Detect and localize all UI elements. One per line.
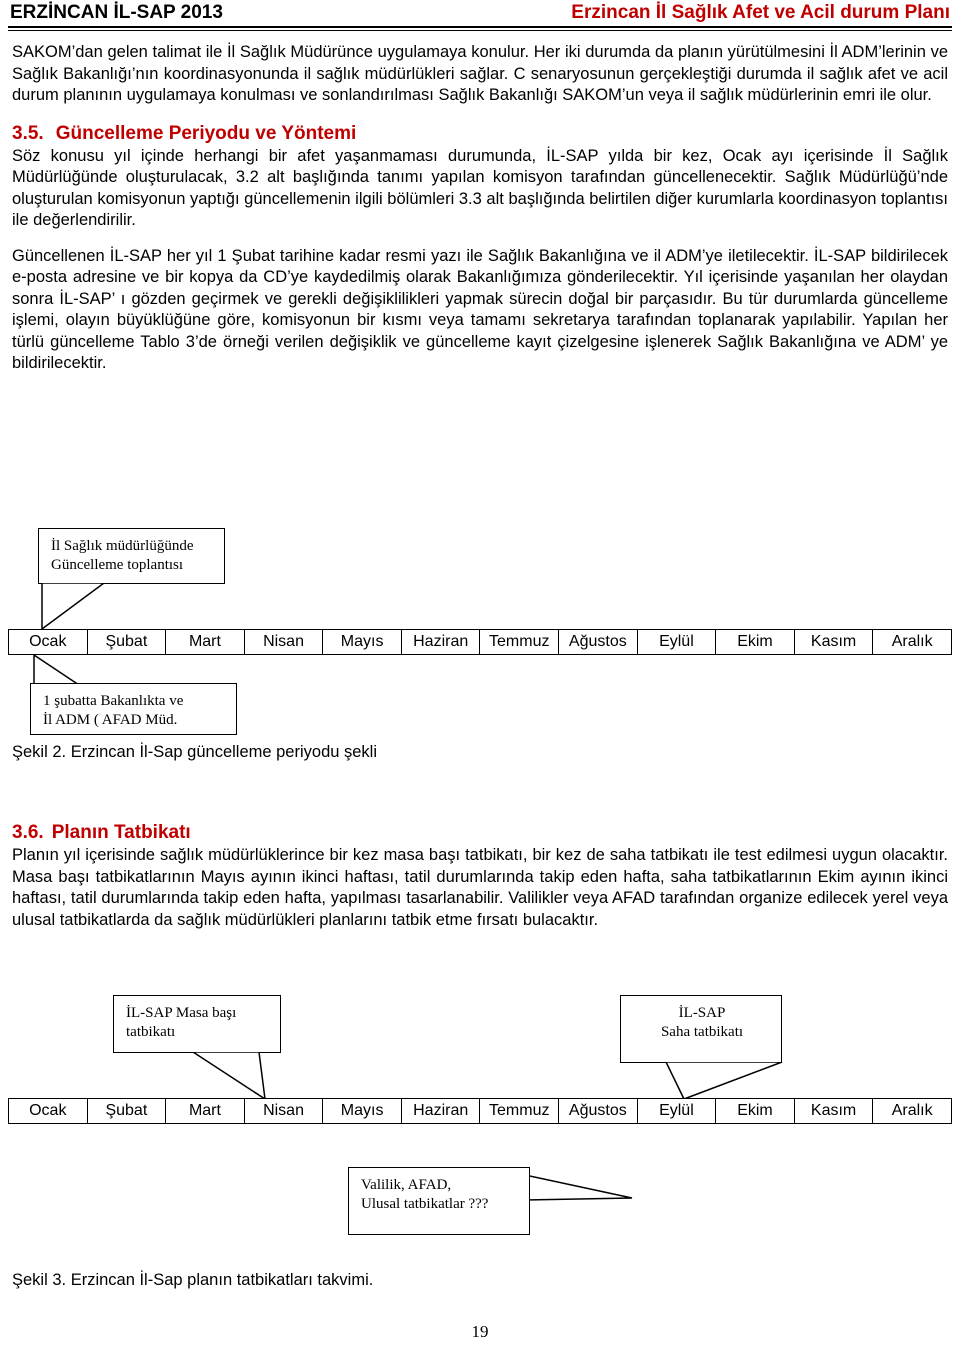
figure3-bottom-callout-tail [525, 1170, 645, 1220]
header-rule-lower [8, 30, 952, 31]
month-cell: Mart [166, 630, 245, 654]
month-cell: Ekim [716, 1099, 795, 1123]
callout-line-1: Valilik, AFAD, [361, 1177, 452, 1193]
figure2-callout-top-tail [38, 583, 198, 630]
figure2-callout-update-meeting: İl Sağlık müdürlüğünde Güncelleme toplan… [38, 528, 225, 584]
figure3-callout-tabletop-exercise: İL-SAP Masa başı tatbikatı [113, 995, 281, 1053]
month-cell: Nisan [245, 1099, 324, 1123]
main-content: SAKOM’dan gelen talimat ile İl Sağlık Mü… [12, 42, 948, 375]
header-right-title: Erzincan İl Sağlık Afet ve Acil durum Pl… [571, 2, 950, 23]
callout-line-1: İl Sağlık müdürlüğünde [51, 538, 194, 554]
paragraph-3-5-2: Güncellenen İL-SAP her yıl 1 Şubat tarih… [12, 246, 948, 373]
section-number-3-5: 3.5. [12, 122, 44, 144]
month-cell: Eylül [638, 1099, 717, 1123]
paragraph-3-6-1: Planın yıl içerisinde sağlık müdürlükler… [12, 846, 948, 929]
figure2-callout-february-notice: 1 şubatta Bakanlıkta ve İl ADM ( AFAD Mü… [30, 683, 237, 735]
callout-line-2: İl ADM ( AFAD Müd. [43, 712, 178, 728]
figure3-month-row: Ocak Şubat Mart Nisan Mayıs Haziran Temm… [8, 1098, 952, 1124]
month-cell: Haziran [402, 630, 481, 654]
month-cell: Aralık [891, 633, 933, 650]
document-page: ERZİNCAN İL-SAP 2013 Erzincan İl Sağlık … [0, 0, 960, 1369]
figure3-callout-national-exercise: Valilik, AFAD, Ulusal tatbikatlar ??? [348, 1167, 530, 1235]
month-cell: Ağustos [559, 630, 638, 654]
month-cell: Kasım [795, 630, 874, 654]
month-cell: Eylül [638, 630, 717, 654]
section-3-6-block: 3.6. Planın Tatbikatı Planın yıl içerisin… [12, 820, 948, 931]
callout-line-1: İL-SAP Masa başı [126, 1005, 237, 1021]
section-heading-3-6: 3.6. Planın Tatbikatı [12, 820, 948, 845]
month-cell: Şubat [88, 1099, 167, 1123]
callout-line-1: İL-SAP [678, 1005, 726, 1021]
month-cell: Ocak [9, 630, 88, 654]
month-cell: Ekim [716, 630, 795, 654]
month-cell: Mart [166, 1099, 245, 1123]
month-cell: Aralık [891, 1102, 933, 1119]
figure2-month-row: Ocak Şubat Mart Nisan Mayıs Haziran Temm… [8, 629, 952, 655]
month-cell: Ağustos [559, 1099, 638, 1123]
paragraph-intro: SAKOM’dan gelen talimat ile İl Sağlık Mü… [12, 43, 948, 104]
callout-line-2: Saha tatbikatı [660, 1024, 744, 1040]
header-left-title: ERZİNCAN İL-SAP 2013 [10, 2, 223, 23]
figure3-callout-field-exercise: İL-SAP Saha tatbikatı [620, 995, 782, 1063]
callout-line-2: Ulusal tatbikatlar ??? [361, 1196, 489, 1212]
callout-line-2: Güncelleme toplantısı [51, 557, 184, 573]
figure3-left-callout-tail [113, 1052, 273, 1100]
page-number: 19 [471, 1322, 489, 1341]
section-title-3-6: Planın Tatbikatı [51, 822, 191, 843]
month-cell: Mayıs [323, 1099, 402, 1123]
callout-line-2: tatbikatı [126, 1024, 176, 1040]
section-heading-3-5: 3.5. Güncelleme Periyodu ve Yöntemi [12, 121, 948, 146]
month-cell: Haziran [402, 1099, 481, 1123]
month-cell: Şubat [88, 630, 167, 654]
figure3-caption: Şekil 3. Erzincan İl-Sap planın tatbikat… [12, 1271, 374, 1289]
month-cell: Ocak [9, 1099, 88, 1123]
month-cell: Mayıs [323, 630, 402, 654]
section-title-3-5: Güncelleme Periyodu ve Yöntemi [55, 122, 357, 144]
month-cell: Nisan [245, 630, 324, 654]
figure3-right-callout-tail [620, 1062, 800, 1100]
figure2-caption: Şekil 2. Erzincan İl-Sap güncelleme peri… [12, 743, 378, 761]
section-number-3-6: 3.6. [12, 822, 44, 843]
header-rule-upper [8, 26, 952, 28]
month-cell: Temmuz [480, 1099, 560, 1123]
month-cell: Kasım [795, 1099, 874, 1123]
paragraph-3-5-1: Söz konusu yıl içinde herhangi bir afet … [12, 146, 948, 230]
callout-line-1: 1 şubatta Bakanlıkta ve [43, 693, 184, 709]
month-cell: Temmuz [480, 630, 560, 654]
running-header: ERZİNCAN İL-SAP 2013 Erzincan İl Sağlık … [0, 0, 960, 24]
